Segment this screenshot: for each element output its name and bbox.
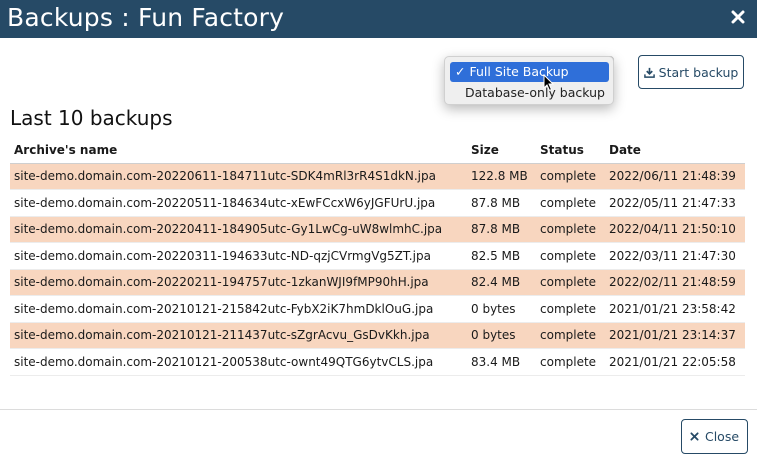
modal-header: Backups : Fun Factory — [0, 0, 757, 38]
footer-divider — [0, 409, 757, 410]
size-cell: 122.8 MB — [467, 163, 536, 190]
mouse-pointer-icon — [543, 73, 555, 92]
archive-name-cell: site-demo.domain.com-20220511-184634utc-… — [10, 189, 467, 217]
date-cell: 2022/05/11 21:47:33 — [605, 189, 745, 217]
archive-name-cell: site-demo.domain.com-20210121-211437utc-… — [10, 322, 467, 349]
date-cell: 2021/01/21 23:14:37 — [605, 322, 745, 349]
status-cell: complete — [536, 348, 605, 376]
table-row[interactable]: site-demo.domain.com-20220411-184905utc-… — [10, 216, 745, 243]
close-icon[interactable] — [731, 6, 749, 28]
status-cell: complete — [536, 189, 605, 217]
size-cell: 82.4 MB — [467, 269, 536, 296]
date-cell: 2022/04/11 21:50:10 — [605, 216, 745, 243]
option-database-only-backup[interactable]: Database-only backup — [450, 83, 609, 103]
table-row[interactable]: site-demo.domain.com-20210121-200538utc-… — [10, 348, 745, 376]
table-row[interactable]: site-demo.domain.com-20220511-184634utc-… — [10, 189, 745, 217]
backups-table: Archive's name Size Status Date site-dem… — [10, 138, 745, 376]
start-backup-button[interactable]: Start backup — [638, 55, 744, 89]
section-title: Last 10 backups — [10, 106, 173, 130]
size-cell: 82.5 MB — [467, 242, 536, 270]
table-row[interactable]: site-demo.domain.com-20220611-184711utc-… — [10, 163, 745, 190]
table-row[interactable]: site-demo.domain.com-20210121-215842utc-… — [10, 295, 745, 323]
close-button[interactable]: Close — [681, 419, 748, 454]
archive-name-cell: site-demo.domain.com-20220411-184905utc-… — [10, 216, 467, 243]
status-cell: complete — [536, 269, 605, 296]
size-cell: 0 bytes — [467, 295, 536, 323]
modal-title: Backups : Fun Factory — [7, 3, 285, 32]
status-cell: complete — [536, 216, 605, 243]
option-full-site-backup[interactable]: ✓ Full Site Backup — [450, 62, 609, 82]
table-header-row: Archive's name Size Status Date — [10, 138, 745, 164]
size-cell: 87.8 MB — [467, 216, 536, 243]
table-row[interactable]: site-demo.domain.com-20220211-194757utc-… — [10, 269, 745, 296]
size-cell: 0 bytes — [467, 322, 536, 349]
status-cell: complete — [536, 163, 605, 190]
date-cell: 2022/02/11 21:48:59 — [605, 269, 745, 296]
status-cell: complete — [536, 242, 605, 270]
status-cell: complete — [536, 322, 605, 349]
date-cell: 2022/03/11 21:47:30 — [605, 242, 745, 270]
close-x-icon — [690, 432, 699, 441]
size-cell: 87.8 MB — [467, 189, 536, 217]
size-cell: 83.4 MB — [467, 348, 536, 376]
date-cell: 2021/01/21 22:05:58 — [605, 348, 745, 376]
table-row[interactable]: site-demo.domain.com-20210121-211437utc-… — [10, 322, 745, 349]
archive-name-cell: site-demo.domain.com-20220211-194757utc-… — [10, 269, 467, 296]
column-header-date: Date — [605, 138, 745, 164]
status-cell: complete — [536, 295, 605, 323]
archive-name-cell: site-demo.domain.com-20220611-184711utc-… — [10, 163, 467, 190]
table-row[interactable]: site-demo.domain.com-20220311-194633utc-… — [10, 242, 745, 270]
column-header-size: Size — [467, 138, 536, 164]
backup-type-menu: ✓ Full Site Backup Database-only backup — [444, 56, 614, 105]
archive-name-cell: site-demo.domain.com-20210121-215842utc-… — [10, 295, 467, 323]
date-cell: 2021/01/21 23:58:42 — [605, 295, 745, 323]
check-icon: ✓ — [455, 64, 466, 79]
download-icon — [643, 67, 655, 78]
archive-name-cell: site-demo.domain.com-20210121-200538utc-… — [10, 348, 467, 376]
date-cell: 2022/06/11 21:48:39 — [605, 163, 745, 190]
archive-name-cell: site-demo.domain.com-20220311-194633utc-… — [10, 242, 467, 270]
column-header-archive-name: Archive's name — [10, 138, 467, 164]
column-header-status: Status — [536, 138, 605, 164]
